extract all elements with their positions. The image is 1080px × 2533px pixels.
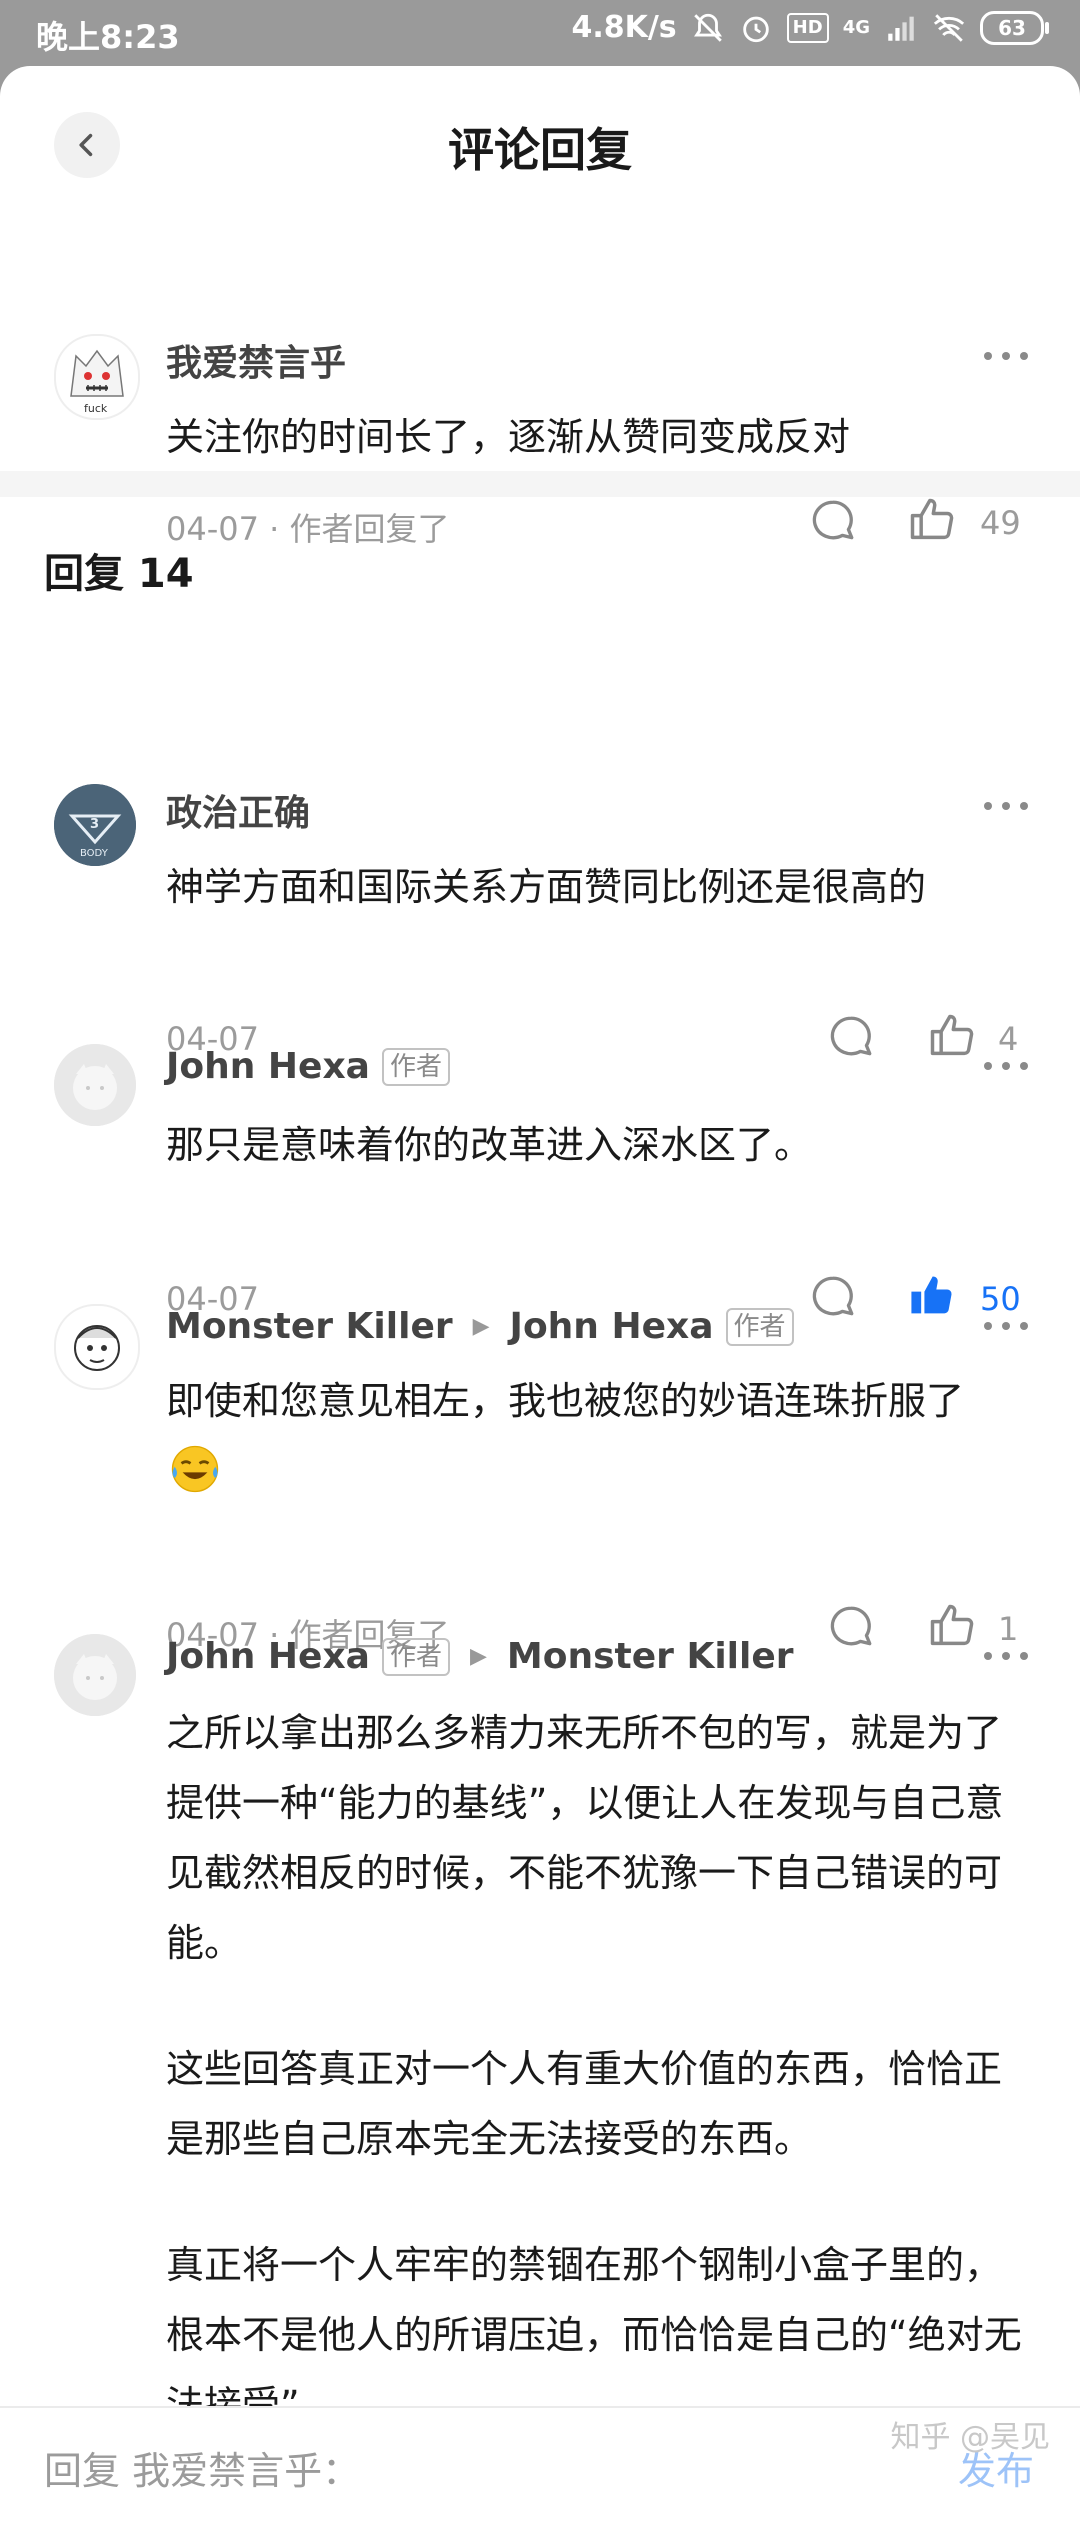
svg-text:3: 3 [90, 817, 99, 832]
reply-comment-icon[interactable] [808, 1272, 858, 1322]
svg-text:BODY: BODY [80, 848, 109, 859]
comment-header: Monster Killer ▶ John Hexa 作者 [166, 1306, 794, 1347]
avatar[interactable]: 3 BODY [54, 784, 136, 866]
author-name[interactable]: John Hexa [166, 1046, 370, 1087]
watermark: 知乎 @吴见 [890, 2420, 1050, 2455]
comment-text: 神学方面和国际关系方面赞同比例还是很高的 [166, 865, 927, 909]
avatar-image: 3 BODY [54, 784, 136, 866]
signal-icon [888, 16, 914, 41]
alarm-icon [742, 16, 769, 42]
author-name[interactable]: Monster Killer [166, 1306, 453, 1347]
reply-arrow-icon: ▶ [470, 1644, 487, 1669]
comment-text: 那只是意味着你的改革进入深水区了。 [166, 1123, 813, 1167]
page-title: 评论回复 [448, 123, 632, 177]
author-name[interactable]: 政治正确 [166, 784, 310, 836]
comment-reply-sheet: 评论回复 fuck 我爱禁言乎 关注你的时间长了，逐渐从赞同变成反对 04-07… [0, 66, 1080, 2533]
paragraph: 之所以拿出那么多精力来无所不包的写，就是为了提供一种“能力的基线”，以便让人在发… [166, 1711, 1004, 1965]
reply-arrow-icon: ▶ [472, 1314, 490, 1339]
reply-to-name[interactable]: Monster Killer [507, 1636, 794, 1677]
paragraph: 这些回答真正对一个人有重大价值的东西，恰恰正是那些自己原本完全无法接受的东西。 [166, 2047, 1003, 2161]
comment-text-content: 即使和您意见相左，我也被您的妙语连珠折服了 [166, 1379, 965, 1423]
status-bar: 晚上8:23 4.8K/s HD 4G 63 [0, 0, 1080, 64]
wifi-icon [933, 13, 965, 42]
replies-count-title: 回复 14 [44, 551, 194, 597]
default-avatar-icon [54, 1634, 136, 1716]
like-icon[interactable] [926, 1600, 978, 1652]
network-type: 4G [842, 17, 870, 38]
default-avatar-icon [54, 1044, 136, 1126]
network-speed: 4.8K/s [571, 10, 677, 45]
more-options-button[interactable] [984, 1052, 1028, 1080]
comment-meta: 04-07 · 作者回复了 [166, 510, 450, 548]
like-icon-active[interactable] [906, 1270, 958, 1322]
avatar[interactable] [54, 1634, 136, 1716]
comment-header: 政治正确 [166, 784, 310, 836]
svg-text:fuck: fuck [84, 402, 108, 415]
avatar-image [74, 1325, 120, 1371]
author-tag: 作者 [381, 1637, 450, 1676]
reply-to-name[interactable]: John Hexa [510, 1306, 714, 1347]
reply-comment-icon[interactable] [826, 1602, 876, 1652]
like-icon[interactable] [906, 494, 958, 546]
section-divider [0, 471, 1080, 497]
reply-input[interactable]: 回复 我爱禁言乎： [44, 2440, 360, 2495]
status-time: 晚上8:23 [36, 18, 180, 56]
more-options-button[interactable] [984, 1312, 1028, 1340]
more-options-button[interactable] [984, 792, 1028, 820]
like-count: 49 [980, 504, 1021, 542]
author-name[interactable]: 我爱禁言乎 [166, 334, 346, 386]
header: 评论回复 [0, 66, 1080, 194]
author-tag: 作者 [725, 1307, 794, 1346]
comment-text: 关注你的时间长了，逐渐从赞同变成反对 [166, 415, 851, 459]
more-options-button[interactable] [984, 342, 1028, 370]
author-name[interactable]: John Hexa [166, 1636, 370, 1677]
avatar[interactable] [54, 1044, 136, 1126]
comment-header: John Hexa 作者 ▶ Monster Killer [166, 1636, 794, 1677]
like-icon[interactable] [926, 1010, 978, 1062]
battery-indicator: 63 [980, 10, 1049, 45]
author-tag: 作者 [381, 1047, 450, 1086]
comment-header: 我爱禁言乎 [166, 334, 346, 386]
avatar[interactable]: fuck [54, 334, 140, 420]
more-options-button[interactable] [984, 1642, 1028, 1670]
mute-bell-icon [693, 13, 722, 42]
laugh-cry-emoji-icon [171, 1445, 219, 1493]
status-right: 4.8K/s HD 4G 63 [571, 10, 1049, 45]
comment-header: John Hexa 作者 [166, 1046, 450, 1087]
reply-comment-icon[interactable] [808, 496, 858, 546]
avatar-image: fuck [70, 349, 124, 415]
comment-text: 即使和您意见相左，我也被您的妙语连珠折服了 [166, 1366, 1006, 1506]
avatar[interactable] [54, 1304, 140, 1390]
comment-text: 之所以拿出那么多精力来无所不包的写，就是为了提供一种“能力的基线”，以便让人在发… [166, 1698, 1026, 2440]
hd-badge: HD [786, 12, 829, 43]
reply-comment-icon[interactable] [826, 1012, 876, 1062]
